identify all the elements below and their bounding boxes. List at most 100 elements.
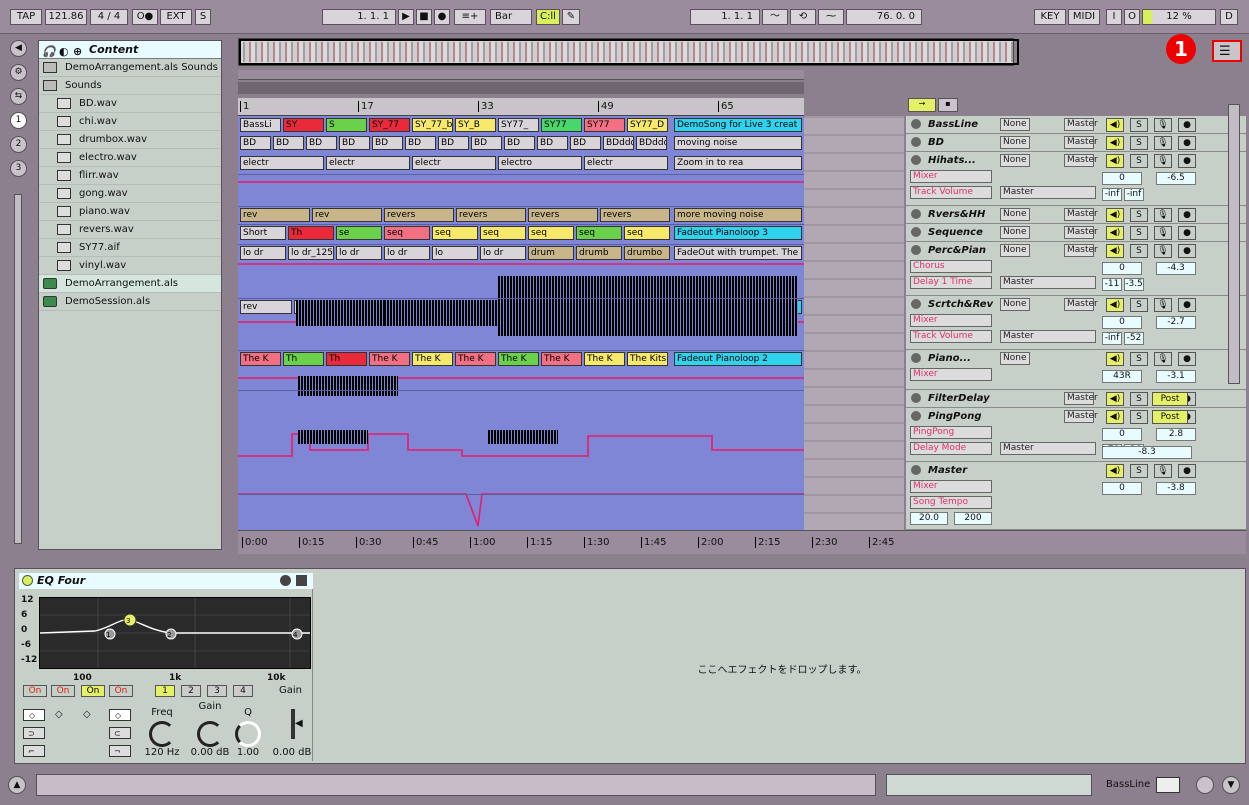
- track-name[interactable]: BD: [906, 135, 996, 151]
- input-select[interactable]: None: [1000, 136, 1030, 149]
- freq-knob[interactable]: [149, 721, 175, 747]
- clip[interactable]: lo dr: [384, 246, 430, 260]
- clip[interactable]: SY: [283, 118, 324, 132]
- solo-button[interactable]: S: [1130, 298, 1148, 312]
- clip[interactable]: DemoSong for Live 3 creat: [674, 118, 802, 132]
- mixer-track[interactable]: Scrtch&Rev None Master Mixer Track Volume Mas…: [906, 296, 1246, 350]
- file-browser-2-button[interactable]: 2: [10, 136, 27, 153]
- clip[interactable]: lo: [432, 246, 478, 260]
- punch-in-button[interactable]: 〜: [762, 9, 788, 25]
- filter-shape-icon-3[interactable]: ◇: [83, 709, 91, 720]
- record-button[interactable]: ●: [434, 9, 450, 25]
- browser-item[interactable]: Sounds: [39, 77, 221, 95]
- clip[interactable]: seq: [480, 226, 526, 240]
- band-select-2[interactable]: 2: [181, 685, 201, 697]
- clip[interactable]: BD: [537, 136, 568, 150]
- arm-button[interactable]: ●: [1178, 352, 1196, 366]
- parameter-chooser[interactable]: Song Tempo: [910, 496, 992, 509]
- solo-button[interactable]: S: [1130, 244, 1148, 258]
- clip[interactable]: seq: [624, 226, 670, 240]
- browser-scrollbar[interactable]: [14, 194, 22, 544]
- mixer-track[interactable]: Rvers&HH None Master ◀) S 🎙 ●: [906, 206, 1246, 224]
- clip[interactable]: SY77_D: [627, 118, 668, 132]
- clip[interactable]: BDdddd: [636, 136, 667, 150]
- clip[interactable]: electr: [412, 156, 496, 170]
- arm-button[interactable]: ●: [1178, 118, 1196, 132]
- clip[interactable]: The K: [369, 352, 410, 366]
- browser-item[interactable]: SY77.aif: [39, 239, 221, 257]
- parameter-chooser[interactable]: Track Volume: [910, 186, 992, 199]
- send-b-field[interactable]: -inf: [1124, 188, 1144, 201]
- clip[interactable]: BD: [372, 136, 403, 150]
- add-icon[interactable]: ⊕: [73, 43, 82, 60]
- save-preset-icon[interactable]: [296, 575, 307, 586]
- lock-button[interactable]: ▪: [938, 98, 958, 112]
- solo-button[interactable]: S: [1130, 208, 1148, 222]
- clip[interactable]: BD: [570, 136, 601, 150]
- clip[interactable]: lo dr_125: [288, 246, 334, 260]
- solo-button[interactable]: S: [1130, 392, 1148, 406]
- track-name[interactable]: FilterDelay: [906, 391, 996, 407]
- solo-button[interactable]: S: [1130, 154, 1148, 168]
- clip[interactable]: SY77: [541, 118, 582, 132]
- locator-lane[interactable]: [238, 82, 804, 94]
- clip[interactable]: seq: [576, 226, 622, 240]
- clip[interactable]: SY_77: [369, 118, 410, 132]
- solo-button[interactable]: S: [1130, 352, 1148, 366]
- clip[interactable]: lo dr: [240, 246, 286, 260]
- solo-button[interactable]: S: [1130, 226, 1148, 240]
- parameter-chooser[interactable]: Track Volume: [910, 330, 992, 343]
- solo-button[interactable]: S: [1130, 136, 1148, 150]
- clip[interactable]: The K: [412, 352, 453, 366]
- send-a-field[interactable]: -inf: [1102, 188, 1122, 201]
- output-select[interactable]: Master: [1064, 208, 1098, 221]
- track-name[interactable]: Rvers&HH: [906, 207, 996, 223]
- midi-keyboard-icon[interactable]: [1156, 777, 1180, 793]
- monitor-button[interactable]: 🎙: [1154, 208, 1172, 222]
- output-select-2[interactable]: Master: [1000, 276, 1096, 289]
- output-select[interactable]: Master: [1064, 118, 1098, 131]
- browser-item[interactable]: piano.wav: [39, 203, 221, 221]
- volume-field[interactable]: 0: [1102, 262, 1142, 275]
- pan-field[interactable]: -3.1: [1156, 370, 1196, 383]
- output-select[interactable]: Master: [1064, 298, 1098, 311]
- clip[interactable]: The K: [455, 352, 496, 366]
- punch-out-button[interactable]: ⁓: [818, 9, 844, 25]
- clip[interactable]: revers: [456, 208, 526, 222]
- activator-button[interactable]: ◀): [1106, 154, 1124, 168]
- automation-envelope[interactable]: [238, 493, 804, 527]
- tempo-max-field[interactable]: 200: [954, 512, 992, 525]
- track-view-toggle[interactable]: [1196, 776, 1214, 794]
- output-select[interactable]: Master: [1064, 136, 1098, 149]
- monitor-button[interactable]: 🎙: [1154, 226, 1172, 240]
- input-select[interactable]: None: [1000, 208, 1030, 221]
- browser-hide-button[interactable]: ◀: [10, 40, 27, 57]
- q-knob[interactable]: [235, 721, 261, 747]
- solo-button[interactable]: S: [1130, 410, 1148, 424]
- clip[interactable]: The K: [498, 352, 539, 366]
- monitor-button[interactable]: 🎙: [1154, 298, 1172, 312]
- mixer-track[interactable]: PingPong Master PingPong Delay Mode Master ◀)…: [906, 408, 1246, 462]
- clip[interactable]: BD: [438, 136, 469, 150]
- clip[interactable]: Short: [240, 226, 286, 240]
- vertical-scrollbar[interactable]: [1228, 104, 1240, 384]
- loop-length-field[interactable]: 76. 0. 0: [846, 9, 922, 25]
- clip[interactable]: revers: [528, 208, 598, 222]
- high-shelf-button[interactable]: ⊂: [109, 727, 131, 739]
- eq-graph[interactable]: 1 3 2 4: [39, 597, 311, 669]
- device-chooser[interactable]: Mixer: [910, 314, 992, 327]
- browser-item[interactable]: DemoArrangement.als: [39, 275, 221, 293]
- clip[interactable]: Fadeout Pianoloop 3: [674, 226, 802, 240]
- loop-start-field[interactable]: 1. 1. 1: [690, 9, 760, 25]
- clip[interactable]: revers: [384, 208, 454, 222]
- clip[interactable]: moving noise: [674, 136, 802, 150]
- clip[interactable]: BD: [405, 136, 436, 150]
- output-select[interactable]: Master: [1064, 410, 1098, 423]
- overview-strip[interactable]: [238, 38, 1019, 66]
- send-b-field[interactable]: -52: [1124, 332, 1144, 345]
- browser-item[interactable]: drumbox.wav: [39, 131, 221, 149]
- clip[interactable]: SY_77_ba: [412, 118, 453, 132]
- clip[interactable]: S: [326, 118, 367, 132]
- activator-button[interactable]: ◀): [1106, 298, 1124, 312]
- pan-field[interactable]: -4.3: [1156, 262, 1196, 275]
